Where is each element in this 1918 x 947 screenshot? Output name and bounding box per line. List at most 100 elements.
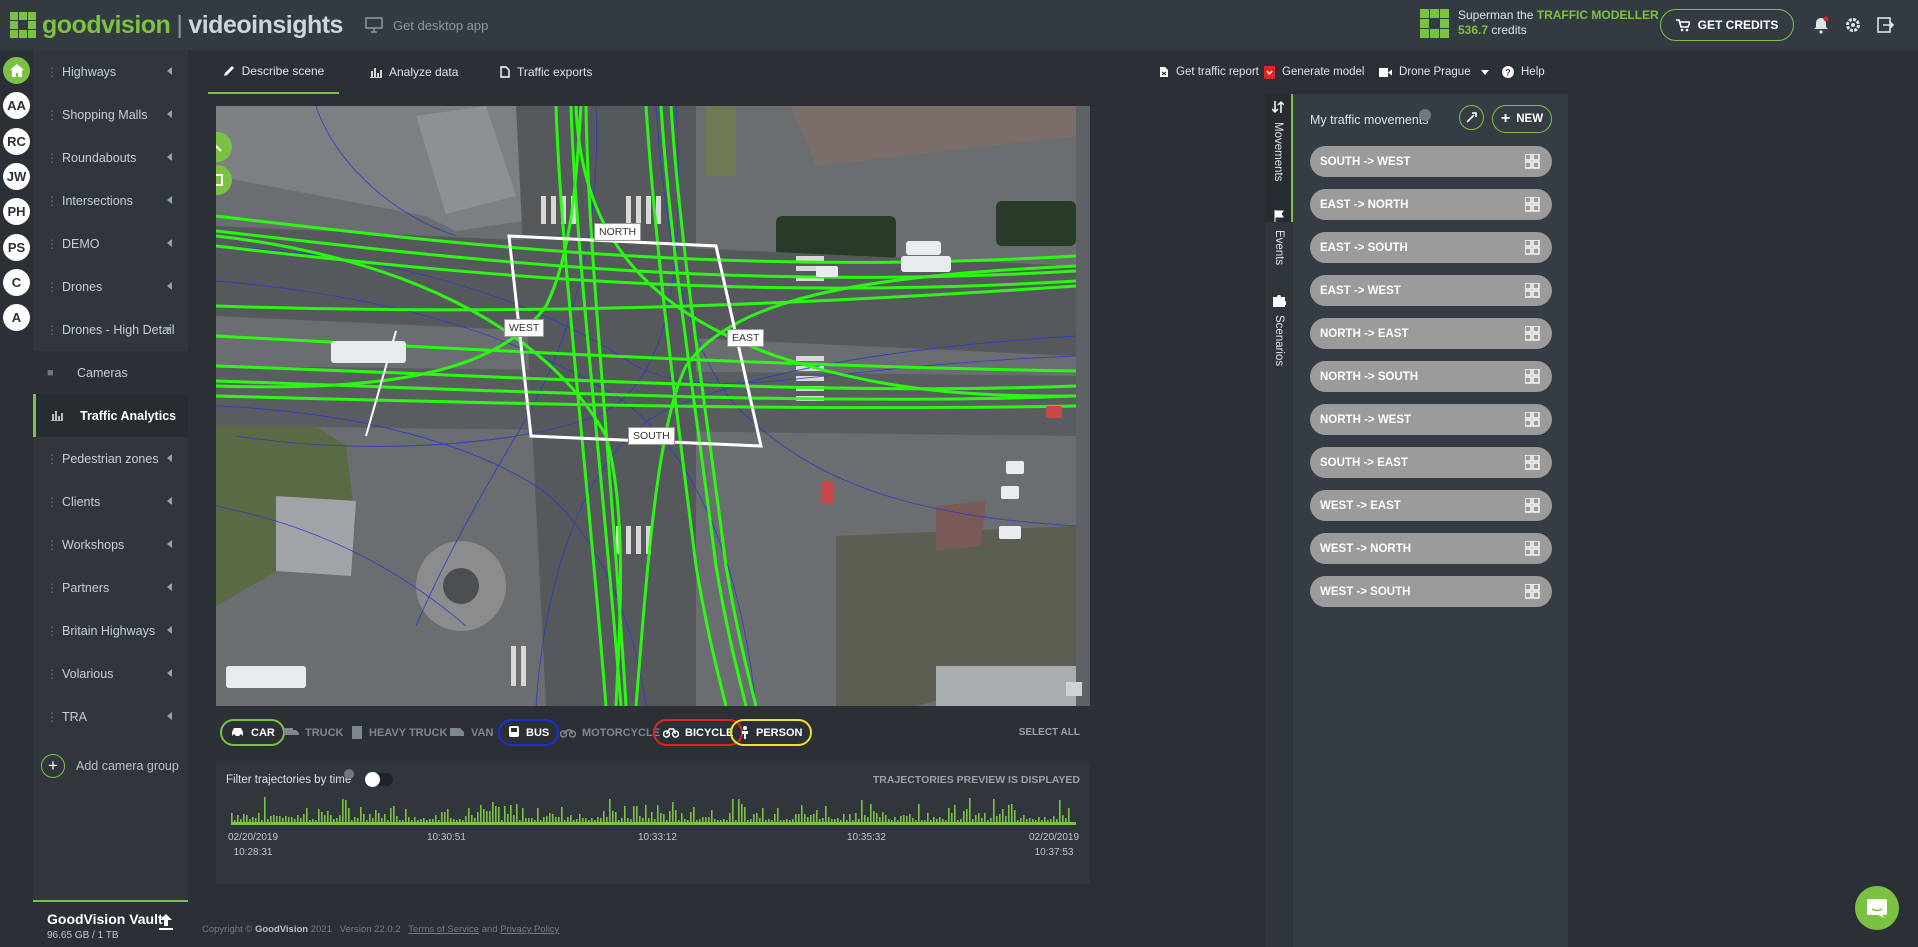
movement-grid-icon[interactable] xyxy=(1525,584,1540,599)
workspace-avatar[interactable]: PH xyxy=(3,198,30,225)
time-filter-toggle[interactable] xyxy=(365,772,393,787)
movement-grid-icon[interactable] xyxy=(1525,240,1540,255)
movement-grid-icon[interactable] xyxy=(1525,412,1540,427)
sidebar-group-volarious[interactable]: ⋮ Volarious xyxy=(33,652,188,695)
drag-handle-icon[interactable]: ⋮ xyxy=(46,109,58,121)
movement-item[interactable]: NORTH -> EAST xyxy=(1310,318,1552,349)
movement-grid-icon[interactable] xyxy=(1525,455,1540,470)
tab-describe-scene[interactable]: Describe scene xyxy=(208,50,339,94)
movement-grid-icon[interactable] xyxy=(1525,369,1540,384)
filter-motorcycle[interactable]: MOTORCYCLE xyxy=(552,719,668,746)
terms-link[interactable]: Terms of Service xyxy=(408,924,479,935)
movement-grid-icon[interactable] xyxy=(1525,498,1540,513)
tab-scenarios[interactable]: Scenarios xyxy=(1265,288,1293,378)
settings-gear-icon[interactable] xyxy=(1844,16,1862,34)
workspace-avatar[interactable]: JW xyxy=(3,163,30,190)
drag-handle-icon[interactable]: ⋮ xyxy=(46,281,58,293)
movement-item[interactable]: WEST -> NORTH xyxy=(1310,533,1552,564)
chat-support-button[interactable] xyxy=(1855,886,1899,930)
sidebar-item-traffic-analytics[interactable]: Traffic Analytics xyxy=(33,394,188,437)
drag-handle-icon[interactable]: ⋮ xyxy=(46,324,58,336)
movement-item[interactable]: NORTH -> SOUTH xyxy=(1310,361,1552,392)
sidebar-group-drones[interactable]: ⋮ Drones xyxy=(33,265,188,308)
drag-handle-icon[interactable]: ⋮ xyxy=(46,711,58,723)
movement-item[interactable]: SOUTH -> WEST xyxy=(1310,146,1552,177)
camera-selector[interactable]: Drone Prague xyxy=(1379,50,1489,94)
sidebar-group-workshops[interactable]: ⋮ Workshops xyxy=(33,523,188,566)
trajectory-histogram[interactable] xyxy=(231,792,1076,826)
filter-truck[interactable]: TRUCK xyxy=(276,719,352,746)
movement-item[interactable]: EAST -> NORTH xyxy=(1310,189,1552,220)
drag-handle-icon[interactable]: ⋮ xyxy=(46,453,58,465)
tab-analyze-data[interactable]: Analyze data xyxy=(370,50,458,94)
movement-grid-icon[interactable] xyxy=(1525,154,1540,169)
tab-movements[interactable]: Movements xyxy=(1265,94,1293,222)
movement-grid-icon[interactable] xyxy=(1525,541,1540,556)
drag-handle-icon[interactable]: ⋮ xyxy=(46,582,58,594)
movement-grid-icon[interactable] xyxy=(1525,197,1540,212)
movement-item[interactable]: EAST -> SOUTH xyxy=(1310,232,1552,263)
drag-handle-icon[interactable]: ⋮ xyxy=(46,195,58,207)
logout-icon[interactable] xyxy=(1876,16,1894,34)
sidebar-group-shopping-malls[interactable]: ⋮ Shopping Malls xyxy=(33,93,188,136)
drag-handle-icon[interactable]: ⋮ xyxy=(46,238,58,250)
sidebar-group-partners[interactable]: ⋮ Partners xyxy=(33,566,188,609)
tab-traffic-exports[interactable]: Traffic exports xyxy=(500,50,592,94)
tab-events[interactable]: Events xyxy=(1265,204,1293,286)
sidebar-group-roundabouts[interactable]: ⋮ Roundabouts xyxy=(33,136,188,179)
help-button[interactable]: ? Help xyxy=(1502,50,1545,94)
filter-heavy-truck[interactable]: HEAVY TRUCK xyxy=(343,719,455,746)
sidebar-group-britain-highways[interactable]: ⋮ Britain Highways xyxy=(33,609,188,652)
get-traffic-report-button[interactable]: Get traffic report xyxy=(1159,50,1259,94)
goodvision-vault[interactable]: GoodVision Vault 96.65 GB / 1 TB xyxy=(33,900,188,947)
workspace-avatar[interactable]: RC xyxy=(3,128,30,155)
sidebar-group-clients[interactable]: ⋮ Clients xyxy=(33,480,188,523)
edit-movements-button[interactable] xyxy=(1459,105,1484,130)
movement-item[interactable]: EAST -> WEST xyxy=(1310,275,1552,306)
movement-item[interactable]: SOUTH -> EAST xyxy=(1310,447,1552,478)
workspace-avatar[interactable]: AA xyxy=(3,92,30,119)
generate-model-button[interactable]: Generate model xyxy=(1264,50,1364,94)
user-info[interactable]: Superman the TRAFFIC MODELLER 536.7 cred… xyxy=(1420,8,1659,38)
brand-logo[interactable]: goodvision | videoinsights xyxy=(10,11,343,40)
filter-person[interactable]: PERSON xyxy=(730,719,813,746)
filter-bus[interactable]: BUS xyxy=(498,719,560,746)
image-icon[interactable] xyxy=(1066,682,1082,696)
info-icon[interactable] xyxy=(1419,109,1431,121)
movement-grid-icon[interactable] xyxy=(1525,283,1540,298)
privacy-link[interactable]: Privacy Policy xyxy=(500,924,559,935)
movement-item[interactable]: NORTH -> WEST xyxy=(1310,404,1552,435)
drag-handle-icon[interactable]: ⋮ xyxy=(46,625,58,637)
drag-handle-icon[interactable]: ⋮ xyxy=(46,668,58,680)
scene-view[interactable]: NORTH WEST EAST SOUTH xyxy=(216,106,1090,706)
sidebar-group-intersections[interactable]: ⋮ Intersections xyxy=(33,179,188,222)
sidebar-group-tra[interactable]: ⋮ TRA xyxy=(33,695,188,738)
info-icon[interactable] xyxy=(344,769,354,779)
sidebar-group-demo[interactable]: ⋮ DEMO xyxy=(33,222,188,265)
sidebar-group-pedestrian-zones[interactable]: ⋮ Pedestrian zones xyxy=(33,437,188,480)
movement-item[interactable]: WEST -> SOUTH xyxy=(1310,576,1552,607)
zone-label-east[interactable]: EAST xyxy=(727,329,765,347)
sidebar-group-highways[interactable]: ⋮ Highways xyxy=(33,50,188,93)
zone-label-west[interactable]: WEST xyxy=(504,319,545,337)
drag-handle-icon[interactable]: ⋮ xyxy=(46,152,58,164)
sidebar-item-cameras[interactable]: ■ Cameras xyxy=(33,351,188,394)
drag-handle-icon[interactable]: ⋮ xyxy=(46,496,58,508)
get-desktop-app-link[interactable]: Get desktop app xyxy=(365,17,488,33)
drag-handle-icon[interactable]: ⋮ xyxy=(46,539,58,551)
movement-item[interactable]: WEST -> EAST xyxy=(1310,490,1552,521)
workspace-avatar[interactable]: PS xyxy=(3,234,30,261)
movement-grid-icon[interactable] xyxy=(1525,326,1540,341)
select-all-button[interactable]: SELECT ALL xyxy=(1019,727,1080,738)
zone-label-south[interactable]: SOUTH xyxy=(628,427,675,445)
drag-handle-icon[interactable]: ⋮ xyxy=(46,66,58,78)
zone-label-north[interactable]: NORTH xyxy=(594,223,642,241)
new-movement-button[interactable]: + NEW xyxy=(1492,105,1552,133)
aerial-intersection-image[interactable] xyxy=(216,106,1090,706)
workspace-avatar[interactable]: A xyxy=(3,304,30,331)
notification-bell-icon[interactable] xyxy=(1812,16,1830,34)
filter-van[interactable]: VAN xyxy=(442,719,501,746)
add-camera-group-button[interactable]: + Add camera group xyxy=(41,754,179,778)
home-button[interactable] xyxy=(3,57,30,84)
upload-icon[interactable] xyxy=(158,913,174,931)
